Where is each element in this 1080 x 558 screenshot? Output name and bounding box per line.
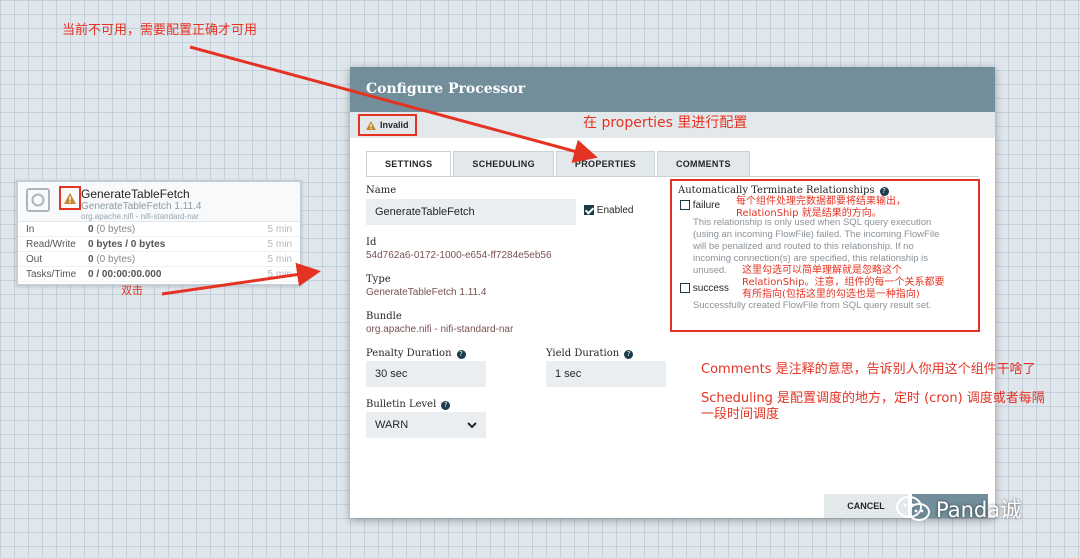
tab-settings[interactable]: SETTINGS xyxy=(366,151,452,177)
processor-name: GenerateTableFetch xyxy=(81,187,190,201)
annotation-scheduling: Scheduling 是配置调度的地方，定时 (cron) 调度或者每隔 一段时… xyxy=(701,391,1045,422)
failure-label: failure xyxy=(692,200,721,211)
stat-row-tasks: Tasks/Time 0 / 00:00:00.000 5 min xyxy=(18,267,300,282)
bulletin-level-value: WARN xyxy=(375,419,409,431)
stat-time: 5 min xyxy=(267,269,292,280)
relationship-failure[interactable]: failure xyxy=(680,200,720,211)
stat-time: 5 min xyxy=(267,254,292,265)
stat-value: 0 (0 bytes) xyxy=(88,224,136,235)
stat-row-in: In 0 (0 bytes) 5 min xyxy=(18,222,300,237)
stat-label: Read/Write xyxy=(26,239,76,250)
annotation-properties: 在 properties 里进行配置 xyxy=(583,115,748,131)
stat-time: 5 min xyxy=(267,239,292,250)
penalty-duration-label: Penalty Duration? xyxy=(366,348,466,359)
stat-label: Out xyxy=(26,254,43,265)
help-icon[interactable]: ? xyxy=(624,350,634,359)
annotation-comments: Comments 是注释的意思，告诉别人你用这个组件干啥了 xyxy=(701,362,1036,377)
watermark-text: Panda诚 xyxy=(936,498,1022,522)
type-value: GenerateTableFetch 1.11.4 xyxy=(366,287,487,298)
id-label: Id xyxy=(366,237,377,248)
processor-header: GenerateTableFetch GenerateTableFetch 1.… xyxy=(18,182,300,222)
processor-icon xyxy=(26,188,50,212)
annotation-double-click: 双击 xyxy=(121,284,143,297)
help-icon[interactable]: ? xyxy=(879,187,889,196)
bulletin-level-select[interactable]: WARN xyxy=(366,412,486,438)
stat-value: 0 bytes / 0 bytes xyxy=(88,239,166,250)
stat-value: 0 / 00:00:00.000 xyxy=(88,269,162,280)
processor-bundle: org.apache.nifi - nifi-standard-nar xyxy=(81,212,199,221)
help-icon[interactable]: ? xyxy=(456,350,466,359)
processor-type: GenerateTableFetch 1.11.4 xyxy=(81,201,202,212)
dialog-title: Configure Processor xyxy=(366,81,526,97)
name-input[interactable]: GenerateTableFetch xyxy=(366,199,576,225)
dialog-header: Configure Processor xyxy=(350,67,995,112)
yield-duration-label: Yield Duration? xyxy=(546,348,634,359)
annotation-checkbox: 这里勾选可以简单理解就是忽略这个 RelationShip。注意，组件的每一个关… xyxy=(742,265,945,300)
enabled-label: Enabled xyxy=(596,205,634,216)
bundle-label: Bundle xyxy=(366,311,402,322)
yield-duration-input[interactable]: 1 sec xyxy=(546,361,666,387)
watermark: Panda诚 xyxy=(896,494,1021,524)
relationships-title: Automatically Terminate Relationships? xyxy=(678,185,889,196)
relationship-success[interactable]: success xyxy=(680,283,729,294)
invalid-badge[interactable]: Invalid xyxy=(358,114,417,136)
failure-checkbox[interactable] xyxy=(680,200,690,211)
invalid-warning-icon[interactable] xyxy=(59,186,81,210)
bundle-value: org.apache.nifi - nifi-standard-nar xyxy=(366,324,514,335)
annotation-top-note: 当前不可用，需要配置正确才可用 xyxy=(62,23,258,38)
tab-bar: SETTINGS SCHEDULING PROPERTIES COMMENTS xyxy=(366,151,750,177)
enabled-checkbox[interactable] xyxy=(584,205,594,216)
stat-value: 0 (0 bytes) xyxy=(88,254,136,265)
warning-icon xyxy=(366,120,376,130)
help-icon[interactable]: ? xyxy=(441,401,451,410)
id-value: 54d762a6-0172-1000-e654-ff7284e5eb56 xyxy=(366,250,552,261)
bulletin-level-label: Bulletin Level? xyxy=(366,399,451,410)
stat-time: 5 min xyxy=(267,224,292,235)
stat-row-out: Out 0 (0 bytes) 5 min xyxy=(18,252,300,267)
tab-properties[interactable]: PROPERTIES xyxy=(555,151,655,177)
success-checkbox[interactable] xyxy=(680,283,690,294)
penalty-duration-input[interactable]: 30 sec xyxy=(366,361,486,387)
wechat-icon xyxy=(896,496,930,521)
name-label: Name xyxy=(366,185,397,196)
stat-label: Tasks/Time xyxy=(26,269,77,280)
invalid-label: Invalid xyxy=(380,120,409,130)
chevron-down-icon xyxy=(467,421,477,428)
annotation-relationship: 每个组件处理完数据都要将结果输出， RelationShip 就是结果的方向。 xyxy=(736,196,906,219)
stat-label: In xyxy=(26,224,35,235)
success-label: success xyxy=(692,283,729,294)
type-label: Type xyxy=(366,274,391,285)
tab-comments[interactable]: COMMENTS xyxy=(656,151,750,177)
enabled-toggle[interactable]: Enabled xyxy=(584,205,633,216)
success-description: Successfully created FlowFile from SQL q… xyxy=(693,300,932,311)
tab-scheduling[interactable]: SCHEDULING xyxy=(453,151,554,177)
stat-row-read-write: Read/Write 0 bytes / 0 bytes 5 min xyxy=(18,237,300,252)
tab-divider xyxy=(366,176,979,177)
processor-card[interactable]: GenerateTableFetch GenerateTableFetch 1.… xyxy=(16,180,302,286)
